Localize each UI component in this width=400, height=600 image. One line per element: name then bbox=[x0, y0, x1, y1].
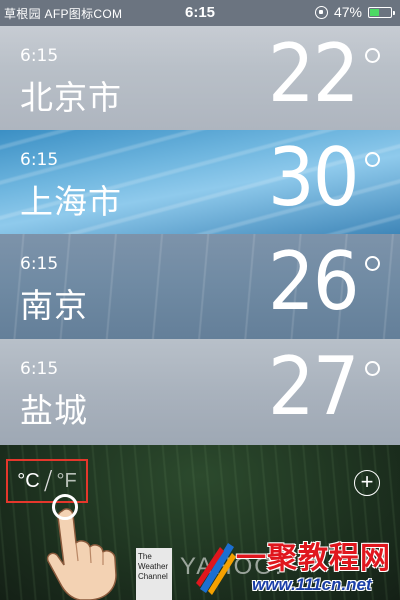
degree-icon bbox=[365, 48, 380, 63]
city-time: 6:15 bbox=[20, 46, 59, 66]
watermark-logo-icon bbox=[196, 543, 236, 595]
city-temperature: 22 bbox=[268, 27, 360, 120]
weather-channel-logo[interactable]: The Weather Channel bbox=[136, 548, 172, 600]
rotation-lock-icon bbox=[314, 5, 328, 19]
watermark-title: 一聚教程网 bbox=[236, 541, 391, 576]
touch-indicator-ring bbox=[52, 494, 78, 520]
status-right-group: 47% bbox=[314, 4, 395, 20]
degree-icon bbox=[365, 256, 380, 271]
battery-fill bbox=[370, 8, 380, 16]
unit-toggle-button[interactable]: °C / °F bbox=[6, 459, 88, 503]
battery-percent: 47% bbox=[333, 4, 362, 20]
city-time: 6:15 bbox=[20, 254, 59, 274]
watermark-url: www.111cn.net bbox=[252, 575, 372, 594]
degree-icon bbox=[365, 152, 380, 167]
city-row-shanghai[interactable]: 6:15 上海市 30 bbox=[0, 130, 400, 234]
city-time: 6:15 bbox=[20, 359, 59, 379]
unit-separator: / bbox=[43, 466, 53, 496]
add-city-button[interactable]: + bbox=[354, 470, 380, 496]
degree-icon bbox=[365, 361, 380, 376]
city-name: 北京市 bbox=[20, 78, 122, 117]
city-temperature: 30 bbox=[268, 131, 360, 224]
site-watermark: 一聚教程网 www.111cn.net bbox=[194, 533, 394, 598]
pointing-hand-icon bbox=[46, 508, 117, 600]
city-row-nanjing[interactable]: 6:15 南京 26 bbox=[0, 234, 400, 339]
city-row-yancheng[interactable]: 6:15 盐城 27 bbox=[0, 339, 400, 445]
battery-icon bbox=[368, 6, 395, 18]
city-name: 盐城 bbox=[20, 391, 88, 430]
footer-panel: °C / °F + The Weather Channel YAHOO! 一聚教… bbox=[0, 445, 400, 600]
status-bar: 草根园 AFP图标COM 6:15 47% bbox=[0, 0, 400, 26]
fahrenheit-label[interactable]: °F bbox=[57, 470, 77, 493]
city-temperature: 27 bbox=[268, 340, 360, 433]
city-time: 6:15 bbox=[20, 150, 59, 170]
city-row-beijing[interactable]: 6:15 北京市 22 bbox=[0, 26, 400, 130]
city-name: 南京 bbox=[20, 286, 88, 325]
city-name: 上海市 bbox=[20, 182, 122, 221]
city-temperature: 26 bbox=[268, 235, 360, 328]
celsius-label[interactable]: °C bbox=[17, 470, 39, 493]
